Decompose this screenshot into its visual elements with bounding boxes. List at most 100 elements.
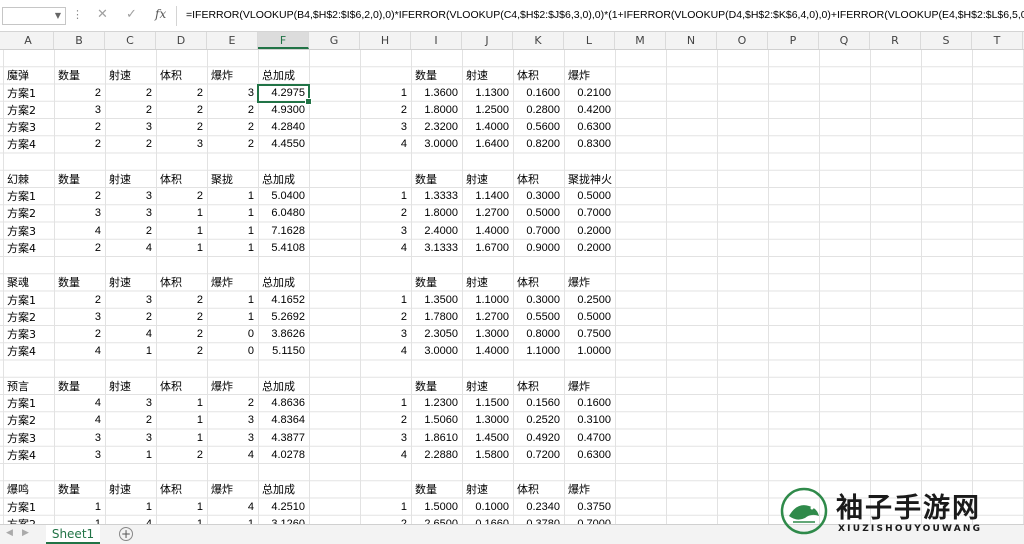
data-cell[interactable]: 3 [207, 85, 258, 102]
column-header-a[interactable]: A [3, 32, 54, 49]
data-cell[interactable]: 4.2510 [258, 499, 309, 516]
data-cell[interactable]: 2 [207, 395, 258, 412]
data-cell[interactable]: 2 [54, 119, 105, 136]
data-cell[interactable]: 5.4108 [258, 240, 309, 257]
data-cell[interactable]: 0.1660 [462, 516, 513, 524]
plus-icon[interactable]: + [119, 527, 133, 541]
data-cell[interactable]: 1.2500 [462, 102, 513, 119]
data-cell[interactable]: 0.1560 [513, 395, 564, 412]
column-header-n[interactable]: N [666, 32, 717, 49]
data-cell[interactable]: 0.5000 [564, 188, 615, 205]
data-cell[interactable]: 1 [360, 292, 411, 309]
data-cell[interactable]: 0.4200 [564, 102, 615, 119]
data-cell[interactable]: 0.2500 [564, 292, 615, 309]
header-cell[interactable]: 体积 [513, 274, 564, 291]
data-cell[interactable]: 0.5500 [513, 309, 564, 326]
column-header-i[interactable]: I [411, 32, 462, 49]
data-cell[interactable]: 3 [156, 136, 207, 153]
data-cell[interactable]: 2 [54, 326, 105, 343]
data-cell[interactable]: 方案2 [3, 309, 54, 326]
column-header-r[interactable]: R [870, 32, 921, 49]
data-cell[interactable]: 1.4000 [462, 223, 513, 240]
data-cell[interactable]: 2 [156, 343, 207, 360]
data-cell[interactable]: 1.5060 [411, 412, 462, 429]
header-cell[interactable]: 数量 [411, 171, 462, 188]
column-header-p[interactable]: P [768, 32, 819, 49]
data-cell[interactable]: 2 [156, 188, 207, 205]
data-cell[interactable]: 2 [105, 136, 156, 153]
header-cell[interactable]: 射速 [462, 378, 513, 395]
header-cell[interactable]: 魔弹 [3, 67, 54, 84]
data-cell[interactable]: 0.2520 [513, 412, 564, 429]
data-cell[interactable]: 2 [105, 85, 156, 102]
data-cell[interactable]: 3 [54, 102, 105, 119]
data-cell[interactable]: 0.4920 [513, 430, 564, 447]
data-cell[interactable]: 4 [360, 343, 411, 360]
data-cell[interactable]: 3 [54, 447, 105, 464]
data-cell[interactable]: 3 [360, 223, 411, 240]
data-cell[interactable]: 4 [105, 326, 156, 343]
data-cell[interactable]: 1.1400 [462, 188, 513, 205]
column-header-h[interactable]: H [360, 32, 411, 49]
data-cell[interactable]: 4.9300 [258, 102, 309, 119]
data-cell[interactable]: 1.2300 [411, 395, 462, 412]
data-cell[interactable]: 方案1 [3, 188, 54, 205]
data-cell[interactable]: 5.1150 [258, 343, 309, 360]
data-cell[interactable]: 2 [207, 102, 258, 119]
data-cell[interactable]: 4 [54, 395, 105, 412]
data-cell[interactable]: 1 [54, 516, 105, 524]
data-cell[interactable]: 3 [207, 412, 258, 429]
more-icon[interactable]: ⋮ [72, 8, 83, 21]
column-header-m[interactable]: M [615, 32, 666, 49]
header-cell[interactable]: 体积 [156, 481, 207, 498]
data-cell[interactable]: 0.1000 [462, 499, 513, 516]
data-cell[interactable]: 5.2692 [258, 309, 309, 326]
header-cell[interactable]: 幻棘 [3, 171, 54, 188]
header-cell[interactable]: 体积 [513, 67, 564, 84]
data-cell[interactable]: 3 [54, 430, 105, 447]
data-cell[interactable]: 方案1 [3, 292, 54, 309]
data-cell[interactable]: 3 [54, 309, 105, 326]
column-header-c[interactable]: C [105, 32, 156, 49]
data-cell[interactable]: 3 [105, 292, 156, 309]
header-cell[interactable]: 射速 [105, 67, 156, 84]
data-cell[interactable]: 1 [360, 85, 411, 102]
data-cell[interactable]: 4 [105, 240, 156, 257]
column-header-t[interactable]: T [972, 32, 1023, 49]
data-cell[interactable]: 3.1260 [258, 516, 309, 524]
data-cell[interactable]: 1.6700 [462, 240, 513, 257]
fill-handle[interactable] [305, 97, 312, 105]
chevron-down-icon[interactable]: ▼ [55, 11, 61, 20]
data-cell[interactable]: 2 [105, 223, 156, 240]
header-cell[interactable]: 射速 [462, 171, 513, 188]
data-cell[interactable]: 1.3500 [411, 292, 462, 309]
header-cell[interactable]: 数量 [54, 378, 105, 395]
data-cell[interactable]: 0.5600 [513, 119, 564, 136]
data-cell[interactable]: 1.0000 [564, 343, 615, 360]
data-cell[interactable]: 1.1000 [462, 292, 513, 309]
data-cell[interactable]: 2 [156, 447, 207, 464]
data-cell[interactable]: 2 [54, 240, 105, 257]
header-cell[interactable]: 总加成 [258, 378, 309, 395]
data-cell[interactable]: 3.8626 [258, 326, 309, 343]
header-cell[interactable]: 聚拢神火 [564, 171, 615, 188]
data-cell[interactable]: 0.5000 [564, 309, 615, 326]
header-cell[interactable]: 射速 [105, 171, 156, 188]
data-cell[interactable]: 2.4000 [411, 223, 462, 240]
data-cell[interactable]: 1 [360, 395, 411, 412]
data-cell[interactable]: 2 [207, 136, 258, 153]
data-cell[interactable]: 2 [54, 292, 105, 309]
data-cell[interactable]: 7.1628 [258, 223, 309, 240]
data-cell[interactable]: 1.6400 [462, 136, 513, 153]
data-cell[interactable]: 1.1000 [513, 343, 564, 360]
data-cell[interactable]: 2 [105, 412, 156, 429]
data-cell[interactable]: 0.3000 [513, 292, 564, 309]
data-cell[interactable]: 4.4550 [258, 136, 309, 153]
data-cell[interactable]: 4 [105, 516, 156, 524]
header-cell[interactable]: 爆炸 [207, 378, 258, 395]
column-header-k[interactable]: K [513, 32, 564, 49]
data-cell[interactable]: 0.2000 [564, 223, 615, 240]
header-cell[interactable]: 体积 [156, 274, 207, 291]
data-cell[interactable]: 1 [54, 499, 105, 516]
data-cell[interactable]: 方案4 [3, 136, 54, 153]
